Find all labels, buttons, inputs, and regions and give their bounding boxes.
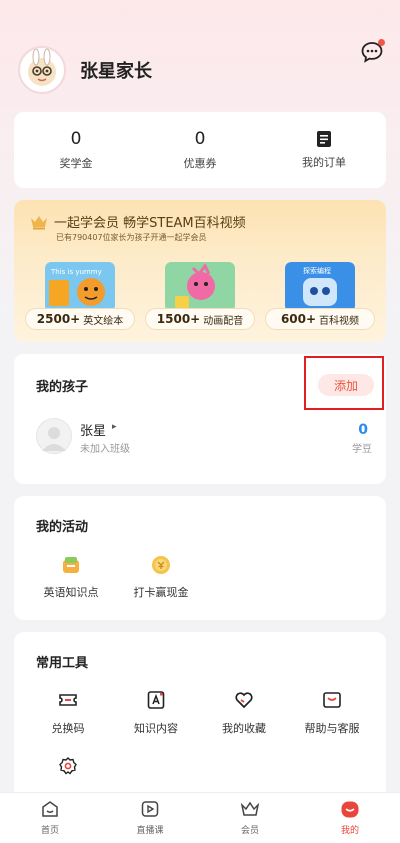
stat-scholarship[interactable]: 0 奖学金 (14, 112, 138, 188)
tool-label: 知识内容 (134, 722, 178, 735)
tool-knowledge[interactable]: 知识内容 (112, 690, 200, 756)
tool-label: 我的收藏 (222, 722, 266, 735)
coin-medal-icon (152, 556, 170, 574)
my-activities-card: 我的活动 英语知识点 打卡赢现金 (14, 496, 386, 620)
settings-gear-icon (59, 757, 77, 775)
ticket-icon (59, 694, 77, 706)
vip-pill: 2500+ 英文绘本 (25, 308, 135, 330)
vip-item-encyclopedia[interactable]: 探索编程 600+ 百科视频 (263, 262, 377, 336)
child-name: 张星 (80, 424, 107, 439)
tab-label: 直播课 (136, 826, 164, 836)
tab-label: 首页 (40, 826, 59, 836)
stat-label: 我的订单 (302, 156, 346, 169)
profile-name: 张星家长 (80, 61, 152, 82)
thumb-text: 探索编程 (303, 266, 331, 275)
section-title: 我的孩子 (36, 380, 89, 395)
stat-orders[interactable]: 我的订单 (262, 112, 386, 188)
chevron-right-icon: ▸ (112, 422, 117, 432)
vip-label: 英文绘本 (83, 315, 124, 327)
tool-redeem-code[interactable]: 兑换码 (24, 690, 112, 756)
add-child-button[interactable]: 添加 (318, 374, 374, 396)
common-tools-card: 常用工具 兑换码 知识内容 我的收藏 帮助与客服 (14, 632, 386, 792)
home-icon (42, 801, 58, 817)
child-class-status: 未加入班级 (80, 444, 130, 455)
message-button[interactable] (360, 39, 385, 64)
activity-label: 英语知识点 (43, 586, 99, 599)
activity-english-points[interactable]: 英语知识点 (26, 554, 116, 600)
stat-value: 0 (194, 129, 206, 149)
section-title: 常用工具 (36, 656, 89, 671)
vip-subtitle: 已有790407位家长为孩子开通一起学会员 (56, 233, 207, 242)
child-avatar (36, 418, 72, 454)
status-bar (0, 0, 400, 14)
profile-header[interactable]: 张星家长 (18, 44, 152, 96)
stats-card: 0 奖学金 0 优惠券 我的订单 (14, 112, 386, 188)
encyclopedia-thumbnail: 探索编程 (285, 262, 355, 312)
vip-count: 1500+ (156, 312, 201, 326)
vip-label: 百科视频 (319, 315, 360, 327)
bottom-tab-bar: 首页 直播课 会员 我的 (0, 792, 400, 843)
play-video-icon (141, 801, 159, 817)
tab-live-class[interactable]: 直播课 (100, 793, 200, 843)
tab-membership[interactable]: 会员 (200, 793, 300, 843)
thumb-text: This is yummy (50, 268, 102, 276)
heart-icon (235, 692, 253, 709)
crown-icon (31, 216, 47, 230)
crown-icon (240, 801, 260, 816)
document-a-icon (147, 691, 165, 709)
stat-label: 奖学金 (59, 157, 93, 170)
vip-pill: 600+ 百科视频 (265, 308, 375, 330)
beans-label: 学豆 (352, 444, 372, 455)
vip-item-dubbing[interactable]: 1500+ 动画配音 (143, 262, 257, 336)
tab-label: 我的 (340, 826, 359, 836)
stat-coupons[interactable]: 0 优惠券 (138, 112, 262, 188)
my-kids-card: 我的孩子 添加 张星 ▸ 未加入班级 0 学豆 (14, 354, 386, 484)
vip-label: 动画配音 (203, 315, 244, 327)
vip-item-picture-books[interactable]: This is yummy 2500+ 英文绘本 (23, 262, 137, 336)
profile-face-icon (341, 801, 359, 818)
book-stack-icon (63, 557, 79, 573)
vip-title: 一起学会员 畅学STEAM百科视频 (54, 216, 246, 231)
help-mail-icon (323, 692, 341, 708)
avatar[interactable] (18, 46, 66, 94)
beans-count: 0 (358, 422, 368, 438)
vip-banner[interactable]: 一起学会员 畅学STEAM百科视频 已有790407位家长为孩子开通一起学会员 … (14, 200, 386, 342)
tool-favorites[interactable]: 我的收藏 (200, 690, 288, 756)
tab-profile[interactable]: 我的 (300, 793, 400, 843)
vip-count: 2500+ (36, 312, 81, 326)
activity-checkin-cash[interactable]: 打卡赢现金 (116, 554, 206, 600)
stat-value: 0 (70, 129, 82, 149)
notification-dot (378, 39, 385, 46)
stat-label: 优惠券 (183, 157, 217, 170)
activity-label: 打卡赢现金 (133, 586, 189, 599)
tool-label: 帮助与客服 (304, 722, 360, 735)
picture-book-thumbnail: This is yummy (45, 262, 115, 312)
tool-help-service[interactable]: 帮助与客服 (288, 690, 376, 756)
vip-count: 600+ (280, 312, 317, 326)
order-list-icon (317, 131, 331, 147)
tab-label: 会员 (240, 826, 259, 836)
tool-label: 兑换码 (51, 722, 85, 735)
tab-home[interactable]: 首页 (0, 793, 100, 843)
vip-pill: 1500+ 动画配音 (145, 308, 255, 330)
child-row[interactable]: 张星 ▸ 未加入班级 0 学豆 (36, 418, 376, 458)
dubbing-thumbnail (165, 262, 235, 312)
section-title: 我的活动 (36, 520, 89, 535)
